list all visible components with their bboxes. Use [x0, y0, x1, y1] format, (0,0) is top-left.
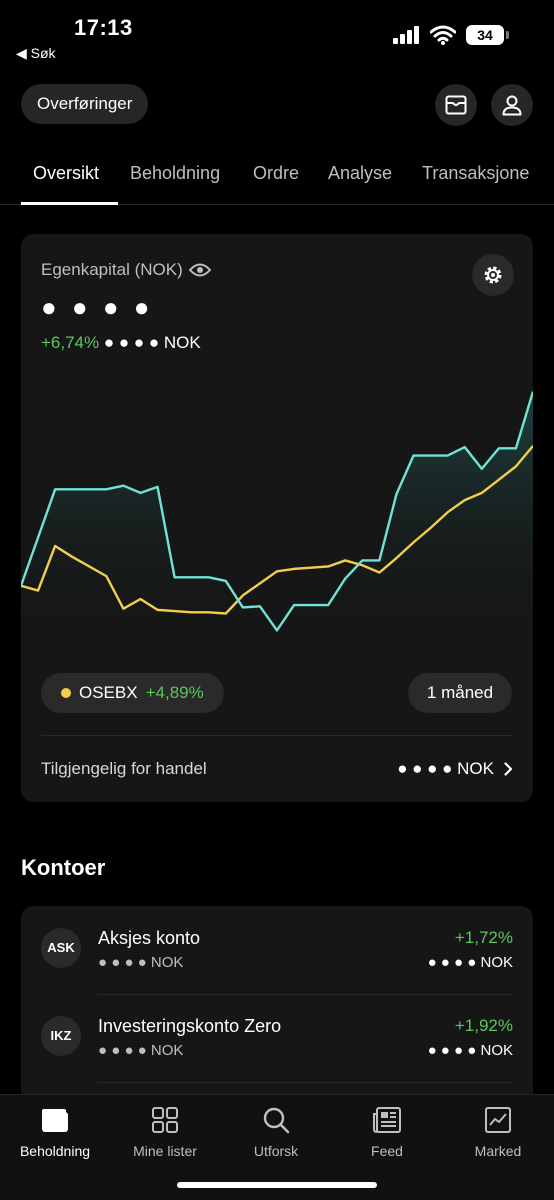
equity-label-row: Egenkapital (NOK) [41, 260, 211, 280]
account-total: ● ● ● ● NOK [427, 954, 513, 971]
status-time: 17:13 [74, 15, 133, 40]
grid-icon [152, 1107, 178, 1133]
account-divider [98, 1082, 513, 1083]
account-total: ● ● ● ● NOK [427, 1042, 513, 1059]
account-name: Investeringskonto Zero [98, 1016, 282, 1036]
account-badge: ASK [41, 928, 81, 968]
tab-analyse[interactable]: Analyse [328, 163, 392, 184]
account-name: Aksjes konto [98, 928, 201, 948]
account-value: ● ● ● ● NOK [98, 1042, 184, 1059]
account-badge: IKZ [41, 1016, 81, 1056]
available-label: Tilgjengelig for handel [41, 759, 207, 778]
status-bar: 17:13 ◀ Søk 34 [0, 0, 554, 70]
equity-change: +6,74% ● ● ● ● NOK [41, 333, 201, 353]
nav-feed[interactable]: Feed [332, 1103, 442, 1159]
eye-icon[interactable] [188, 262, 211, 278]
equity-card: Egenkapital (NOK) ● ● ● ● +6,74% ● ● ● ●… [21, 234, 533, 802]
nav-label: Beholdning [19, 1143, 91, 1159]
nav-label: Mine lister [133, 1143, 197, 1159]
wallet-icon [42, 1109, 68, 1132]
nav-mine-lister[interactable]: Mine lister [110, 1103, 220, 1159]
nav-marked[interactable]: Marked [443, 1103, 553, 1159]
nav-label: Feed [371, 1143, 403, 1159]
inbox-button[interactable] [435, 84, 477, 126]
equity-value-masked: ● ● ● ● [41, 292, 154, 322]
benchmark-name: OSEBX [79, 683, 138, 702]
wifi-icon [430, 25, 456, 45]
available-value: ● ● ● ● NOK [397, 759, 494, 778]
tab-bar: Oversikt Beholdning Ordre Analyse Transa… [0, 150, 554, 206]
equity-chart[interactable] [21, 384, 533, 644]
account-row-ask[interactable]: ASK Aksjes konto ● ● ● ● NOK +1,72% ● ● … [21, 906, 533, 994]
accounts-title: Kontoer [21, 855, 106, 880]
home-indicator [177, 1182, 377, 1188]
accounts-card: ASK Aksjes konto ● ● ● ● NOK +1,72% ● ● … [21, 906, 533, 1106]
search-icon [263, 1107, 290, 1134]
tab-transaksjoner[interactable]: Transaksjone [422, 163, 529, 184]
nav-beholdning[interactable]: Beholdning [0, 1103, 110, 1159]
nav-utforsk[interactable]: Utforsk [221, 1103, 331, 1159]
signal-icon [393, 26, 419, 44]
battery-icon: 34 [466, 25, 504, 45]
period-selector[interactable]: 1 måned [408, 673, 512, 713]
mail-icon [445, 95, 467, 115]
active-tab-indicator [21, 202, 118, 205]
account-row-ikz[interactable]: IKZ Investeringskonto Zero ● ● ● ● NOK +… [21, 994, 533, 1082]
benchmark-color-dot [61, 688, 71, 698]
account-value: ● ● ● ● NOK [98, 954, 184, 971]
tab-ordre[interactable]: Ordre [253, 163, 299, 184]
equity-change-value: ● ● ● ● NOK [103, 333, 201, 352]
tab-beholdning[interactable]: Beholdning [130, 163, 220, 184]
nav-label: Marked [474, 1143, 522, 1159]
account-change-pct: +1,92% [454, 1016, 513, 1035]
battery-tip [506, 31, 509, 39]
available-value-row[interactable]: ● ● ● ● NOK [397, 759, 513, 779]
profile-button[interactable] [491, 84, 533, 126]
account-change-pct: +1,72% [454, 928, 513, 947]
benchmark-chip[interactable]: OSEBX +4,89% [41, 673, 224, 713]
portfolio-area [21, 391, 533, 644]
card-divider [41, 735, 513, 736]
benchmark-change: +4,89% [145, 683, 204, 702]
equity-change-pct: +6,74% [41, 333, 100, 352]
transfers-button[interactable]: Overføringer [21, 84, 149, 124]
chevron-right-icon [504, 762, 513, 776]
market-chart-icon [485, 1107, 511, 1133]
user-icon [502, 95, 522, 116]
chart-settings-button[interactable] [472, 254, 514, 296]
newspaper-icon [373, 1107, 401, 1133]
tab-scroll-area: Oversikt Beholdning Ordre Analyse Transa… [0, 150, 534, 206]
gear-icon [484, 266, 502, 284]
back-to-search-link[interactable]: ◀ Søk [16, 45, 56, 62]
equity-label: Egenkapital (NOK) [41, 260, 183, 279]
nav-label: Utforsk [253, 1143, 299, 1159]
tab-oversikt[interactable]: Oversikt [33, 163, 99, 184]
